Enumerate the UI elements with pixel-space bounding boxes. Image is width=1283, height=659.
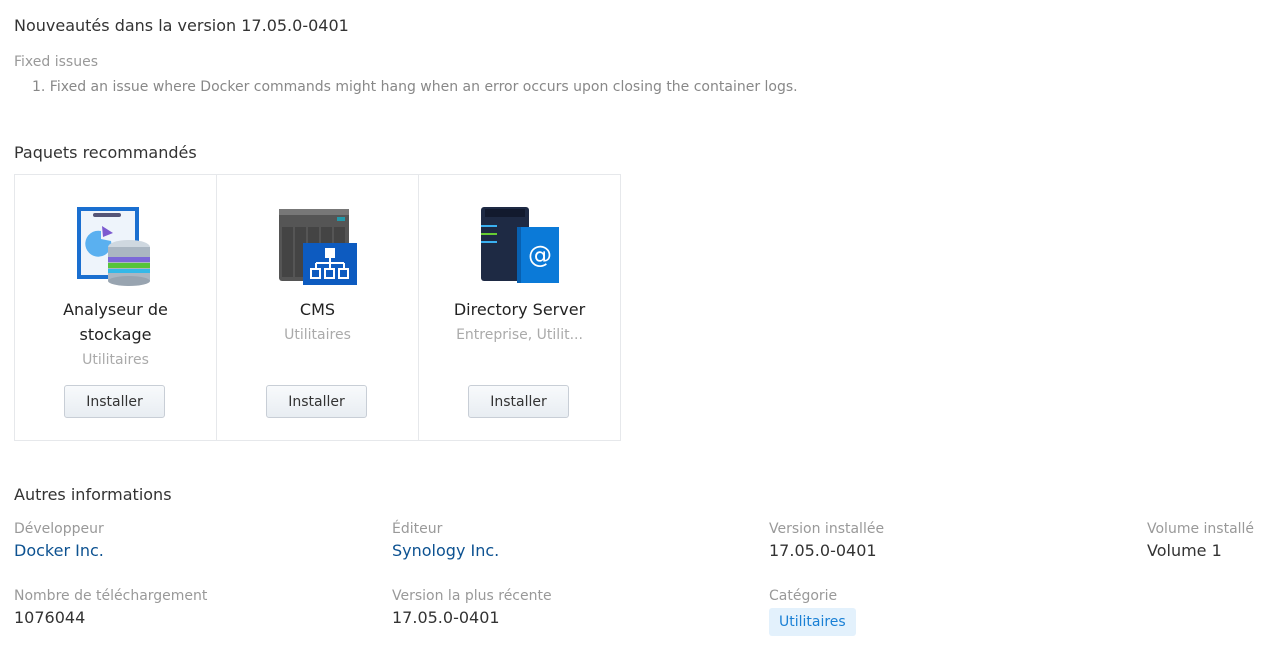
whatsnew-item: 1. Fixed an issue where Docker commands …: [32, 79, 798, 95]
volume-value: Volume 1: [1147, 541, 1222, 560]
publisher-link[interactable]: Synology Inc.: [392, 541, 499, 560]
volume-info: Volume installé Volume 1: [1147, 521, 1254, 560]
storage-analyzer-icon: [77, 207, 150, 286]
whatsnew-title: Nouveautés dans la version 17.05.0-0401: [14, 16, 349, 35]
package-category: Utilitaires: [82, 352, 149, 368]
package-card[interactable]: @ Directory Server Entreprise, Utilit...…: [419, 175, 620, 440]
package-category: Utilitaires: [284, 327, 351, 343]
installed-version-info: Version installée 17.05.0-0401: [769, 521, 884, 560]
installed-version-value: 17.05.0-0401: [769, 541, 877, 560]
install-button[interactable]: Installer: [64, 385, 165, 418]
latest-version-label: Version la plus récente: [392, 588, 552, 604]
category-label: Catégorie: [769, 588, 838, 604]
downloads-value: 1076044: [14, 608, 86, 627]
package-name: CMS: [299, 300, 336, 319]
latest-version-info: Version la plus récente 17.05.0-0401: [392, 588, 552, 627]
publisher-label: Éditeur: [392, 521, 443, 537]
package-name: Analyseur de stockage: [63, 300, 168, 344]
publisher-info: Éditeur Synology Inc.: [392, 521, 499, 560]
package-card[interactable]: CMS Utilitaires Installer: [217, 175, 419, 440]
whatsnew-subtitle: Fixed issues: [14, 54, 98, 70]
developer-label: Développeur: [14, 521, 104, 537]
other-info-title: Autres informations: [14, 485, 172, 504]
latest-version-value: 17.05.0-0401: [392, 608, 500, 627]
install-button[interactable]: Installer: [468, 385, 569, 418]
cms-icon: [279, 209, 357, 285]
package-name: Directory Server: [453, 300, 586, 319]
developer-info: Développeur Docker Inc.: [14, 521, 104, 560]
recommended-packages: Analyseur de stockage Utilitaires Instal…: [14, 174, 621, 441]
install-button[interactable]: Installer: [266, 385, 367, 418]
volume-label: Volume installé: [1147, 521, 1255, 537]
directory-server-icon: @: [481, 207, 559, 283]
category-info: Catégorie Utilitaires: [769, 588, 856, 636]
developer-link[interactable]: Docker Inc.: [14, 541, 104, 560]
category-badge[interactable]: Utilitaires: [769, 608, 856, 636]
svg-text:@: @: [528, 241, 552, 269]
downloads-label: Nombre de téléchargement: [14, 588, 208, 604]
package-category: Entreprise, Utilit...: [456, 327, 583, 343]
recommended-title: Paquets recommandés: [14, 143, 197, 162]
downloads-info: Nombre de téléchargement 1076044: [14, 588, 207, 627]
installed-version-label: Version installée: [769, 521, 885, 537]
package-card[interactable]: Analyseur de stockage Utilitaires Instal…: [15, 175, 217, 440]
